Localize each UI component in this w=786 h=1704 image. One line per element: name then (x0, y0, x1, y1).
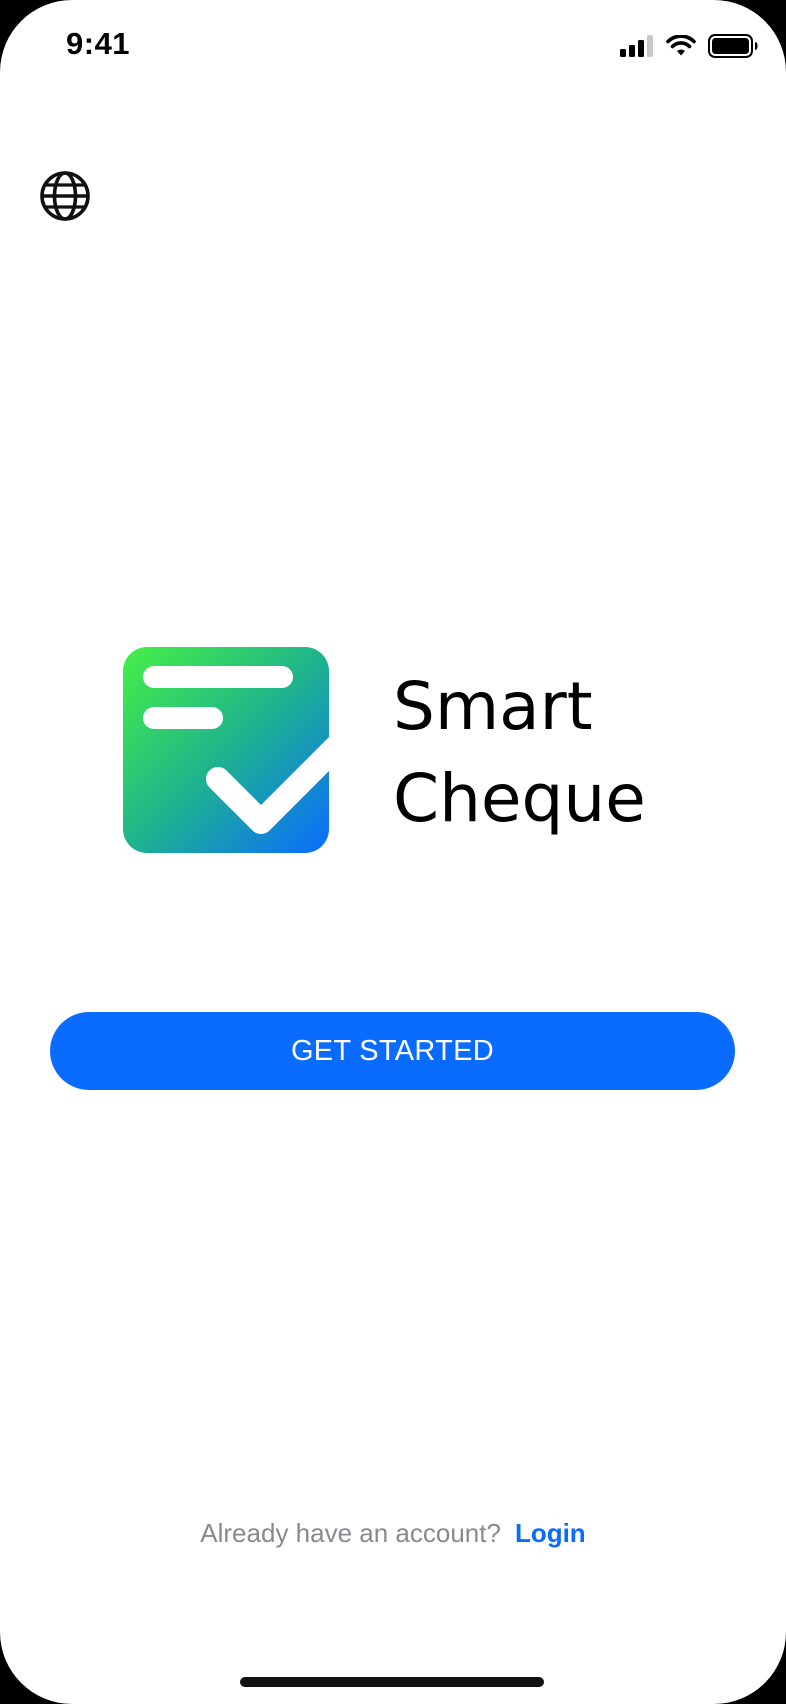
login-row: Already have an account? Login (0, 1518, 786, 1549)
brand-name: Smart Cheque (393, 661, 646, 845)
checklist-check-icon (123, 647, 329, 853)
cellular-signal-icon (620, 35, 653, 57)
home-indicator (240, 1677, 544, 1687)
globe-icon (40, 171, 90, 221)
status-time: 9:41 (66, 26, 131, 61)
status-icons (620, 32, 758, 60)
battery-icon (708, 34, 758, 58)
login-link[interactable]: Login (515, 1518, 586, 1548)
phone-screen: 9:41 Smart Cheque GET STARTED Already ha… (0, 0, 786, 1704)
brand-name-line1: Smart (393, 668, 593, 745)
brand-name-line2: Cheque (393, 760, 646, 837)
get-started-button[interactable]: GET STARTED (50, 1012, 735, 1090)
login-prompt: Already have an account? (200, 1518, 501, 1548)
brand-lockup: Smart Cheque (123, 647, 683, 853)
language-button[interactable] (38, 169, 92, 223)
status-bar: 9:41 (0, 0, 786, 96)
wifi-icon (666, 35, 696, 56)
